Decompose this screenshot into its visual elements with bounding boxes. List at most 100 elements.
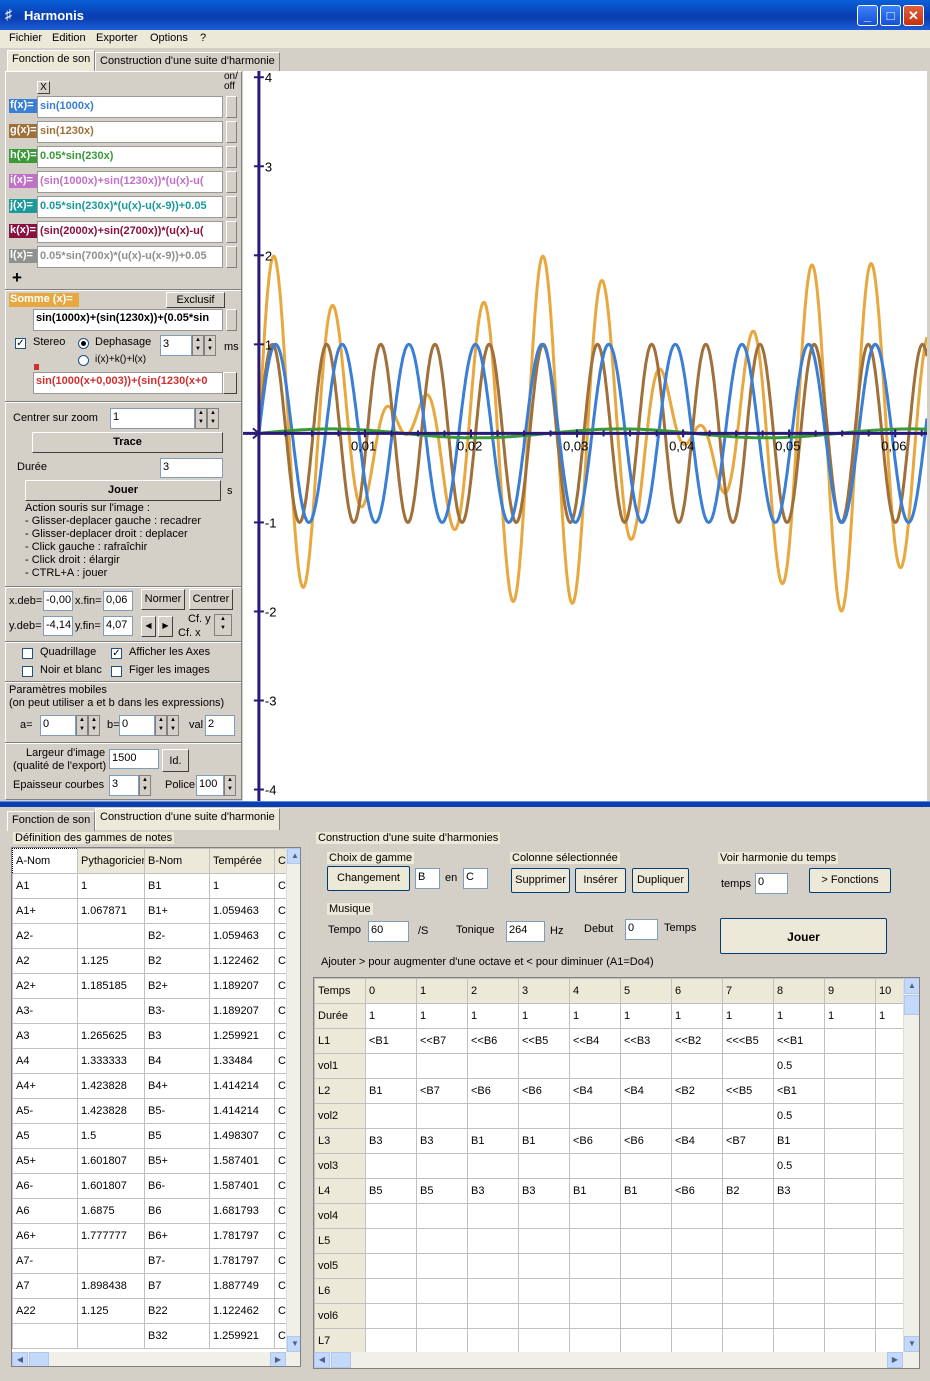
table-cell[interactable]	[569, 1228, 621, 1254]
table-cell[interactable]: A2+	[12, 973, 78, 999]
table-cell[interactable]	[365, 1203, 417, 1229]
table-cell[interactable]	[518, 1153, 570, 1179]
bottom-tab-construction[interactable]: Construction d'une suite d'harmonie	[95, 808, 280, 830]
row-header[interactable]: L4	[314, 1178, 366, 1204]
table-cell[interactable]	[620, 1103, 672, 1129]
table-cell[interactable]	[722, 1328, 774, 1354]
table-cell[interactable]	[569, 1153, 621, 1179]
gamme-to-input[interactable]: C	[463, 868, 488, 889]
table-cell[interactable]: 1.259921	[209, 1323, 275, 1349]
dephasage-spinner-2[interactable]: ▲ ▼	[204, 335, 216, 356]
table-cell[interactable]	[569, 1303, 621, 1329]
table-cell[interactable]: C5	[274, 1148, 287, 1174]
table-cell[interactable]	[620, 1203, 672, 1229]
table-cell[interactable]	[824, 1178, 876, 1204]
table-cell[interactable]	[824, 1103, 876, 1129]
table-cell[interactable]: <B6	[620, 1128, 672, 1154]
gammes-hscroll[interactable]: ◀ ▶	[12, 1352, 300, 1366]
table-cell[interactable]: B3-	[144, 998, 210, 1024]
table-cell[interactable]: <B4	[569, 1078, 621, 1104]
table-cell[interactable]: B32	[144, 1323, 210, 1349]
normer-button[interactable]: Normer	[141, 589, 185, 610]
table-cell[interactable]	[722, 1103, 774, 1129]
table-cell[interactable]: A6-	[12, 1173, 78, 1199]
table-cell[interactable]	[467, 1103, 519, 1129]
row-header[interactable]: vol3	[314, 1153, 366, 1179]
table-cell[interactable]	[416, 1253, 468, 1279]
ijk-radio[interactable]	[78, 355, 89, 366]
table-cell[interactable]: 1.265625	[77, 1023, 145, 1049]
table-cell[interactable]: A2-	[12, 923, 78, 949]
table-cell[interactable]: A5	[12, 1123, 78, 1149]
tab-fonction-de-son[interactable]: Fonction de son	[7, 50, 96, 71]
menu-help[interactable]: ?	[200, 32, 206, 44]
table-cell[interactable]: <<B7	[416, 1028, 468, 1054]
table-cell[interactable]	[365, 1053, 417, 1079]
table-cell[interactable]	[467, 1153, 519, 1179]
table-cell[interactable]: 1.125	[77, 948, 145, 974]
table-cell[interactable]: C2	[274, 1298, 287, 1324]
exclusif-button[interactable]: Exclusif	[166, 292, 225, 308]
table-cell[interactable]	[569, 1203, 621, 1229]
table-cell[interactable]	[824, 1028, 876, 1054]
table-cell[interactable]	[824, 1303, 876, 1329]
table-cell[interactable]	[518, 1278, 570, 1304]
jouer-harmonie-button[interactable]: Jouer	[720, 918, 887, 954]
table-cell[interactable]: 1	[569, 1003, 621, 1029]
column-header[interactable]: A-Nom	[12, 848, 78, 874]
table-cell[interactable]: 1.059463	[209, 898, 275, 924]
scroll-thumb[interactable]	[904, 995, 919, 1015]
table-cell[interactable]	[416, 1303, 468, 1329]
table-cell[interactable]: B3	[365, 1128, 417, 1154]
table-cell[interactable]: B1	[365, 1078, 417, 1104]
table-cell[interactable]: 0.5	[773, 1053, 825, 1079]
scroll-right-icon[interactable]: ▶	[887, 1352, 903, 1368]
table-cell[interactable]	[569, 1103, 621, 1129]
inserer-button[interactable]: Insérer	[575, 868, 626, 893]
row-header[interactable]: vol2	[314, 1103, 366, 1129]
table-cell[interactable]: B6-	[144, 1173, 210, 1199]
table-cell[interactable]	[416, 1278, 468, 1304]
somme-expression-input[interactable]: sin(1000x)+(sin(1230x))+(0.05*sin	[33, 309, 223, 331]
table-cell[interactable]: B5	[416, 1178, 468, 1204]
table-cell[interactable]: 1.781797	[209, 1248, 275, 1274]
table-cell[interactable]: A6	[12, 1198, 78, 1224]
ydeb-input[interactable]: -4,14	[43, 616, 73, 636]
function-expression-input-6[interactable]: 0.05*sin(700x)*(u(x)-u(x-9))+0.05	[37, 246, 223, 268]
row-header[interactable]: vol1	[314, 1053, 366, 1079]
table-cell[interactable]	[773, 1228, 825, 1254]
table-cell[interactable]: A7-	[12, 1248, 78, 1274]
table-cell[interactable]	[824, 1328, 876, 1354]
row-header[interactable]: vol4	[314, 1203, 366, 1229]
table-cell[interactable]: 1.189207	[209, 998, 275, 1024]
id-button[interactable]: Id.	[162, 749, 189, 772]
table-cell[interactable]: 1	[467, 1003, 519, 1029]
table-cell[interactable]: B5-	[144, 1098, 210, 1124]
column-header[interactable]: 0	[365, 978, 417, 1004]
table-cell[interactable]: B7	[144, 1273, 210, 1299]
table-cell[interactable]: <<B4	[569, 1028, 621, 1054]
table-cell[interactable]	[824, 1228, 876, 1254]
table-cell[interactable]: <B1	[365, 1028, 417, 1054]
table-cell[interactable]	[620, 1278, 672, 1304]
scroll-up-icon[interactable]: ▲	[904, 978, 919, 994]
val-input[interactable]: 2	[205, 715, 235, 736]
xdeb-input[interactable]: -0,00	[43, 591, 73, 611]
table-cell[interactable]: C5	[274, 1123, 287, 1149]
column-header[interactable]: 1	[416, 978, 468, 1004]
table-cell[interactable]	[416, 1328, 468, 1354]
b-spinner[interactable]: ▲ ▼	[155, 715, 167, 736]
table-cell[interactable]: 1.185185	[77, 973, 145, 999]
table-cell[interactable]: <B6	[671, 1178, 723, 1204]
scroll-left-icon[interactable]: ◀	[12, 1352, 28, 1366]
table-cell[interactable]: C2	[274, 973, 287, 999]
xfin-input[interactable]: 0,06	[103, 591, 133, 611]
table-cell[interactable]	[824, 1128, 876, 1154]
table-cell[interactable]: C1	[274, 873, 287, 899]
row-header[interactable]: L1	[314, 1028, 366, 1054]
function-onoff-toggle-4[interactable]	[226, 196, 237, 218]
table-cell[interactable]: 1.059463	[209, 923, 275, 949]
tonique-input[interactable]: 264	[506, 921, 545, 942]
yfin-input[interactable]: 4,07	[103, 616, 133, 636]
table-cell[interactable]: 1.33484	[209, 1048, 275, 1074]
